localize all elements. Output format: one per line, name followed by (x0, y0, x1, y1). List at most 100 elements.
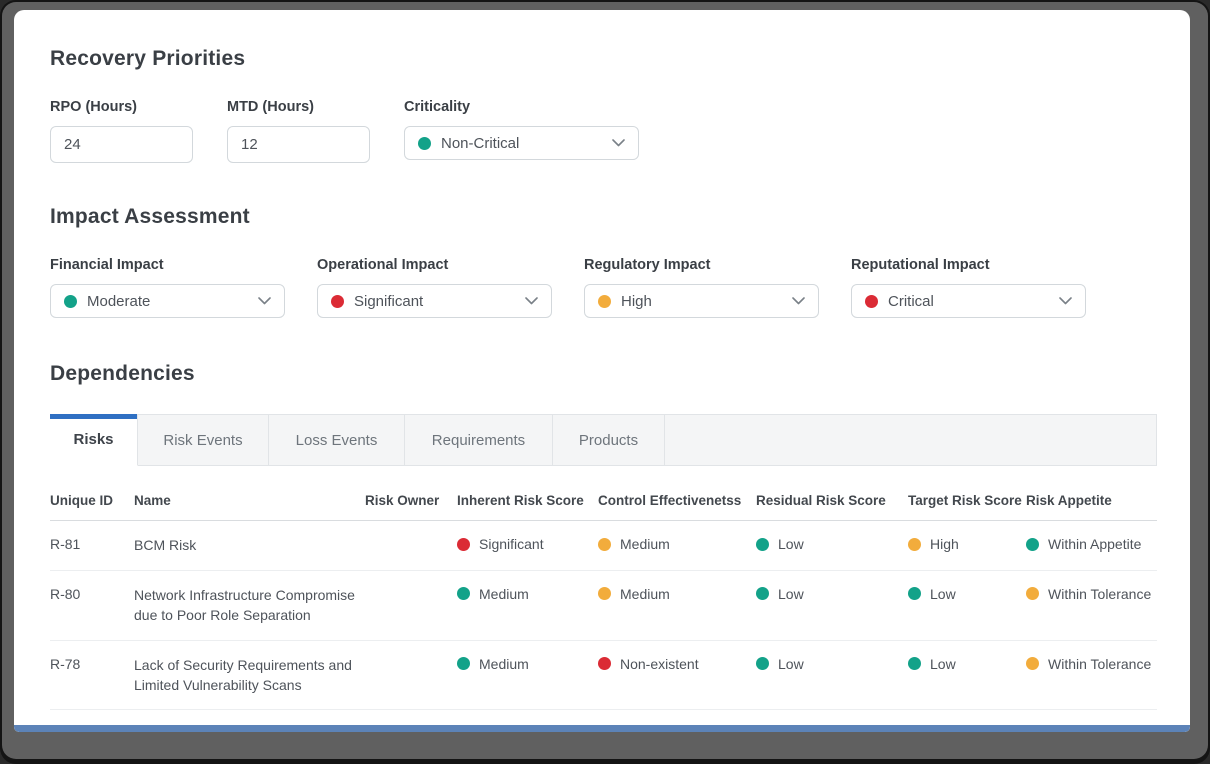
dependencies-section: Dependencies Risks Risk Events Loss Even… (50, 362, 1157, 710)
regulatory-impact-select[interactable]: High (584, 284, 819, 318)
mtd-input[interactable] (227, 126, 370, 163)
risk-level-dot (598, 657, 611, 670)
rpo-input[interactable] (50, 126, 193, 163)
mtd-field: MTD (Hours) (227, 99, 370, 163)
financial-impact-label: Financial Impact (50, 257, 285, 273)
tab-risk-events-label: Risk Events (163, 432, 242, 449)
name-cell: Network Infrastructure Compromise due to… (134, 570, 365, 640)
risk-level-label: Significant (479, 536, 544, 552)
regulatory-impact-field: Regulatory Impact High (584, 257, 819, 318)
risk-level-label: Low (778, 586, 804, 602)
residual-risk-score-cell: Low (756, 570, 908, 640)
tab-risk-events[interactable]: Risk Events (138, 414, 269, 466)
risk-level-dot (1026, 657, 1039, 670)
risk-level-dot (756, 657, 769, 670)
col-risk-appetite: Risk Appetite (1026, 466, 1157, 521)
horizontal-scrollbar[interactable] (14, 725, 1190, 732)
name-cell: Lack of Security Requirements and Limite… (134, 640, 365, 710)
table-row[interactable]: R-80 Network Infrastructure Compromise d… (50, 570, 1157, 640)
chevron-down-icon (525, 297, 538, 305)
dependencies-title: Dependencies (50, 362, 1157, 386)
content-area: Recovery Priorities RPO (Hours) MTD (Hou… (14, 10, 1190, 732)
operational-impact-field: Operational Impact Significant (317, 257, 552, 318)
risk-level-dot (457, 657, 470, 670)
risk-owner-cell (365, 570, 457, 640)
risk-level-label: Medium (479, 656, 529, 672)
residual-risk-score-cell: Low (756, 521, 908, 571)
risk-level-label: Low (778, 656, 804, 672)
reputational-impact-field: Reputational Impact Critical (851, 257, 1086, 318)
unique-id-cell: R-78 (50, 640, 134, 710)
risk-level-label: Non-existent (620, 656, 699, 672)
chevron-down-icon (612, 139, 625, 147)
risk-level-dot (1026, 587, 1039, 600)
recovery-priorities-section: Recovery Priorities RPO (Hours) MTD (Hou… (50, 47, 1157, 163)
tabbar-filler (665, 414, 1157, 466)
reputational-impact-select[interactable]: Critical (851, 284, 1086, 318)
criticality-select[interactable]: Non-Critical (404, 126, 639, 160)
risk-level-dot (457, 538, 470, 551)
criticality-label: Criticality (404, 99, 639, 115)
active-tab-indicator (50, 414, 137, 419)
page-scroll-area: Recovery Priorities RPO (Hours) MTD (Hou… (14, 10, 1190, 725)
financial-impact-field: Financial Impact Moderate (50, 257, 285, 318)
risk-level-label: Within Appetite (1048, 536, 1141, 552)
col-unique-id: Unique ID (50, 466, 134, 521)
tab-risks-label: Risks (73, 431, 113, 448)
col-risk-owner: Risk Owner (365, 466, 457, 521)
table-header-row: Unique ID Name Risk Owner Inherent Risk … (50, 466, 1157, 521)
criticality-field: Criticality Non-Critical (404, 99, 639, 160)
risk-level-label: Low (930, 656, 956, 672)
col-residual-risk-score: Residual Risk Score (756, 466, 908, 521)
risk-level-label: Low (930, 586, 956, 602)
regulatory-impact-value: High (621, 293, 792, 310)
operational-impact-select[interactable]: Significant (317, 284, 552, 318)
tab-loss-events[interactable]: Loss Events (269, 414, 405, 466)
risk-owner-cell (365, 521, 457, 571)
control-effectiveness-cell: Medium (598, 521, 756, 571)
risks-table: Unique ID Name Risk Owner Inherent Risk … (50, 466, 1157, 710)
risk-level-label: Within Tolerance (1048, 586, 1151, 602)
tab-loss-events-label: Loss Events (296, 432, 378, 449)
tab-products-label: Products (579, 432, 638, 449)
mtd-label: MTD (Hours) (227, 99, 370, 115)
rpo-field: RPO (Hours) (50, 99, 193, 163)
col-inherent-risk-score: Inherent Risk Score (457, 466, 598, 521)
financial-impact-status-dot (64, 295, 77, 308)
col-target-risk-score: Target Risk Score (908, 466, 1026, 521)
criticality-value: Non-Critical (441, 135, 612, 152)
risk-level-label: Medium (620, 536, 670, 552)
table-row[interactable]: R-78 Lack of Security Requirements and L… (50, 640, 1157, 710)
risk-level-dot (1026, 538, 1039, 551)
financial-impact-select[interactable]: Moderate (50, 284, 285, 318)
risk-level-label: Medium (479, 586, 529, 602)
risk-level-dot (908, 587, 921, 600)
regulatory-impact-status-dot (598, 295, 611, 308)
table-row[interactable]: R-81 BCM Risk Significant Medium Low (50, 521, 1157, 571)
residual-risk-score-cell: Low (756, 640, 908, 710)
reputational-impact-label: Reputational Impact (851, 257, 1086, 273)
risk-appetite-cell: Within Tolerance (1026, 640, 1157, 710)
recovery-priorities-title: Recovery Priorities (50, 47, 1157, 71)
tab-requirements[interactable]: Requirements (405, 414, 553, 466)
inherent-risk-score-cell: Medium (457, 570, 598, 640)
reputational-impact-status-dot (865, 295, 878, 308)
risk-owner-cell (365, 640, 457, 710)
rpo-label: RPO (Hours) (50, 99, 193, 115)
reputational-impact-value: Critical (888, 293, 1059, 310)
operational-impact-status-dot (331, 295, 344, 308)
tab-risks[interactable]: Risks (50, 414, 138, 466)
risk-level-dot (756, 538, 769, 551)
control-effectiveness-cell: Medium (598, 570, 756, 640)
risk-level-dot (598, 587, 611, 600)
unique-id-cell: R-80 (50, 570, 134, 640)
col-name: Name (134, 466, 365, 521)
risk-appetite-cell: Within Tolerance (1026, 570, 1157, 640)
regulatory-impact-label: Regulatory Impact (584, 257, 819, 273)
risk-level-dot (908, 538, 921, 551)
risk-level-dot (908, 657, 921, 670)
tab-products[interactable]: Products (553, 414, 665, 466)
risk-level-label: Medium (620, 586, 670, 602)
risk-level-label: Low (778, 536, 804, 552)
unique-id-cell: R-81 (50, 521, 134, 571)
